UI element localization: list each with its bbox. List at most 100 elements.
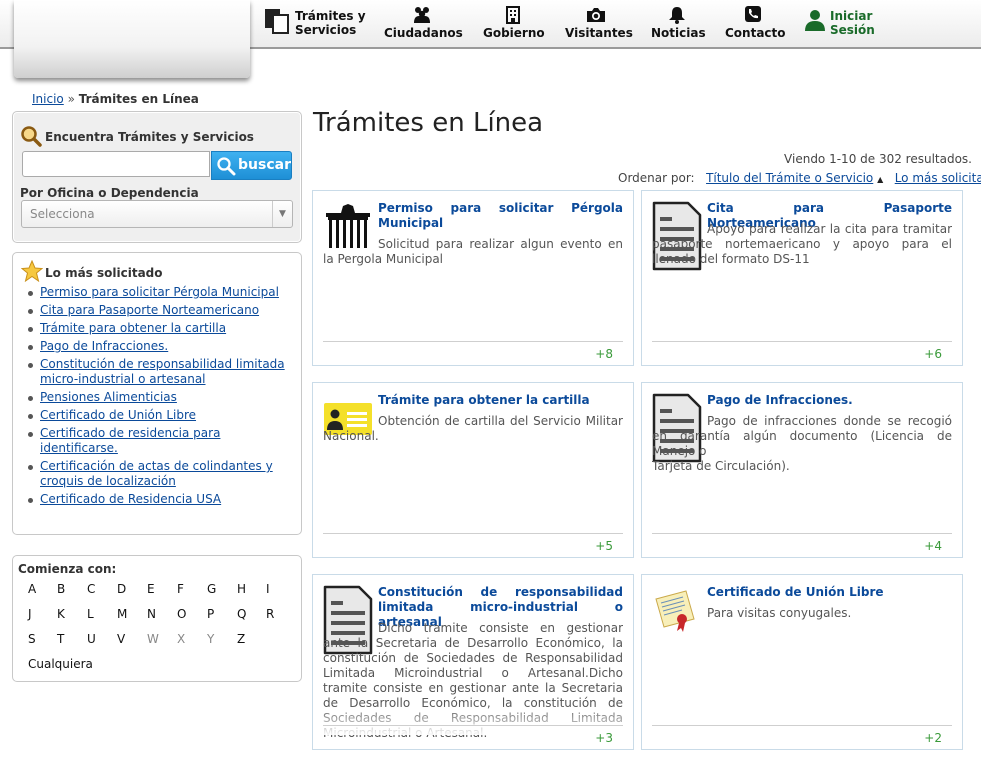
- nav-tramites-label-1: Trámites y: [295, 9, 366, 23]
- alphabet-letter-a[interactable]: A: [28, 582, 36, 596]
- card-count: +8: [595, 347, 613, 361]
- card-title[interactable]: Pago de Infracciones.: [707, 393, 952, 408]
- office-select[interactable]: Selecciona ▼: [21, 200, 293, 228]
- alphabet-any[interactable]: Cualquiera: [28, 657, 93, 671]
- breadcrumb-home-link[interactable]: Inicio: [32, 92, 64, 106]
- card-count: +4: [924, 539, 942, 553]
- popular-link[interactable]: Constitución de responsabilidad limitada…: [40, 357, 285, 386]
- magnifier-icon: [21, 126, 42, 147]
- tramite-card: Permiso para solicitar Pérgola Municipal…: [312, 190, 634, 366]
- alphabet-letter-e[interactable]: E: [147, 582, 155, 596]
- office-label: Por Oficina o Dependencia: [20, 186, 199, 200]
- alphabet-letter-y: Y: [207, 632, 215, 646]
- sort-by-popular-link[interactable]: Lo más solicitado: [895, 171, 981, 185]
- popular-link[interactable]: Pensiones Alimenticias: [40, 390, 177, 404]
- sort-by-title-link[interactable]: Título del Trámite o Servicio: [706, 171, 873, 185]
- card-title[interactable]: Permiso para solicitar Pérgola Municipal: [378, 201, 623, 231]
- alphabet-letter-i[interactable]: I: [266, 582, 270, 596]
- popular-link[interactable]: Pago de Infracciones.: [40, 339, 168, 353]
- nav-ciudadanos[interactable]: Ciudadanos: [380, 0, 464, 47]
- nav-tramites[interactable]: Trámites y Servicios: [262, 0, 372, 47]
- card-count: +5: [595, 539, 613, 553]
- popular-list: Permiso para solicitar Pérgola Municipal…: [28, 285, 288, 510]
- alphabet-letter-l[interactable]: L: [87, 607, 94, 621]
- nav-gobierno[interactable]: Gobierno: [480, 0, 546, 47]
- card-count: +6: [924, 347, 942, 361]
- alphabet-letter-b[interactable]: B: [57, 582, 65, 596]
- card-fade: [313, 705, 633, 735]
- nav-noticias[interactable]: Noticias: [646, 0, 708, 47]
- nav-tramites-label-2: Servicios: [295, 23, 357, 37]
- bell-icon: [669, 7, 685, 24]
- star-icon: [21, 260, 43, 282]
- alphabet-letter-r[interactable]: R: [266, 607, 274, 621]
- list-item: Trámite para obtener la cartilla: [28, 321, 288, 336]
- alphabet-letter-n[interactable]: N: [147, 607, 156, 621]
- alphabet-letter-h[interactable]: H: [237, 582, 246, 596]
- site-logo[interactable]: [14, 0, 250, 78]
- nav-login-label-1: Iniciar: [830, 9, 873, 23]
- breadcrumb-current: Trámites en Línea: [78, 92, 199, 106]
- chevron-down-icon: ▼: [272, 201, 292, 227]
- popular-link[interactable]: Certificación de actas de colindantes y …: [40, 459, 273, 488]
- search-button[interactable]: buscar: [211, 151, 292, 180]
- search-input[interactable]: [22, 151, 210, 177]
- alphabet-letter-o[interactable]: O: [177, 607, 186, 621]
- popular-link[interactable]: Certificado de Unión Libre: [40, 408, 196, 422]
- alphabet-letter-u[interactable]: U: [87, 632, 96, 646]
- alphabet-letter-k[interactable]: K: [57, 607, 65, 621]
- card-description: Solicitud para realizar algun evento en …: [323, 237, 623, 266]
- popular-link[interactable]: Cita para Pasaporte Norteamericano: [40, 303, 259, 317]
- results-count: Viendo 1-10 de 302 resultados.: [784, 152, 972, 166]
- nav-visitantes-label: Visitantes: [565, 26, 633, 40]
- user-icon: [805, 10, 825, 31]
- sort-label: Ordenar por:: [618, 171, 695, 185]
- office-select-value: Selecciona: [30, 207, 95, 221]
- search-button-label: buscar: [238, 157, 291, 173]
- sort-bar: Ordenar por: Título del Trámite o Servic…: [618, 171, 981, 185]
- tramite-card: Trámite para obtener la cartilla Obtenci…: [312, 382, 634, 558]
- breadcrumb-separator: »: [67, 92, 75, 106]
- list-item: Certificado de residencia para identific…: [28, 426, 288, 456]
- sort-asc-icon: ▲: [877, 175, 884, 184]
- alphabet-letter-z[interactable]: Z: [237, 632, 245, 646]
- list-item: Pago de Infracciones.: [28, 339, 288, 354]
- nav-login[interactable]: Iniciar Sesión: [802, 0, 882, 47]
- list-item: Constitución de responsabilidad limitada…: [28, 357, 288, 387]
- nav-contacto-label: Contacto: [725, 26, 786, 40]
- alphabet-letter-p[interactable]: P: [207, 607, 214, 621]
- alphabet-letter-v[interactable]: V: [117, 632, 125, 646]
- breadcrumb: Inicio » Trámites en Línea: [32, 92, 199, 106]
- alphabet-letter-j[interactable]: J: [28, 607, 32, 621]
- nav-contacto[interactable]: Contacto: [720, 0, 786, 47]
- list-item: Pensiones Alimenticias: [28, 390, 288, 405]
- users-icon: [414, 7, 430, 23]
- tramite-card: Cita para Pasaporte Norteamericano Apoyo…: [641, 190, 963, 366]
- card-divider: [323, 341, 623, 342]
- card-description: Pago de infracciones donde se recogió en…: [652, 414, 952, 473]
- alphabet-letter-g[interactable]: G: [207, 582, 216, 596]
- documents-icon: [265, 9, 289, 34]
- alphabet-letter-q[interactable]: Q: [237, 607, 246, 621]
- card-title[interactable]: Trámite para obtener la cartilla: [378, 393, 623, 408]
- card-divider: [323, 725, 623, 726]
- popular-link[interactable]: Trámite para obtener la cartilla: [40, 321, 226, 335]
- alphabet-letter-s[interactable]: S: [28, 632, 36, 646]
- alphabet-letter-m[interactable]: M: [117, 607, 127, 621]
- card-title[interactable]: Certificado de Unión Libre: [707, 585, 952, 600]
- page-title: Trámites en Línea: [313, 108, 544, 138]
- alphabet-letter-t[interactable]: T: [57, 632, 64, 646]
- list-item: Permiso para solicitar Pérgola Municipal: [28, 285, 288, 300]
- card-count: +3: [595, 731, 613, 745]
- popular-link[interactable]: Certificado de Residencia USA: [40, 492, 221, 506]
- popular-link[interactable]: Certificado de residencia para identific…: [40, 426, 220, 455]
- card-divider: [652, 725, 952, 726]
- nav-visitantes[interactable]: Visitantes: [562, 0, 633, 47]
- phone-icon: [745, 6, 761, 22]
- nav-login-label-2: Sesión: [830, 23, 875, 37]
- popular-link[interactable]: Permiso para solicitar Pérgola Municipal: [40, 285, 279, 299]
- search-title: Encuentra Trámites y Servicios: [45, 130, 254, 144]
- alphabet-letter-d[interactable]: D: [117, 582, 126, 596]
- alphabet-letter-f[interactable]: F: [177, 582, 184, 596]
- alphabet-letter-c[interactable]: C: [87, 582, 95, 596]
